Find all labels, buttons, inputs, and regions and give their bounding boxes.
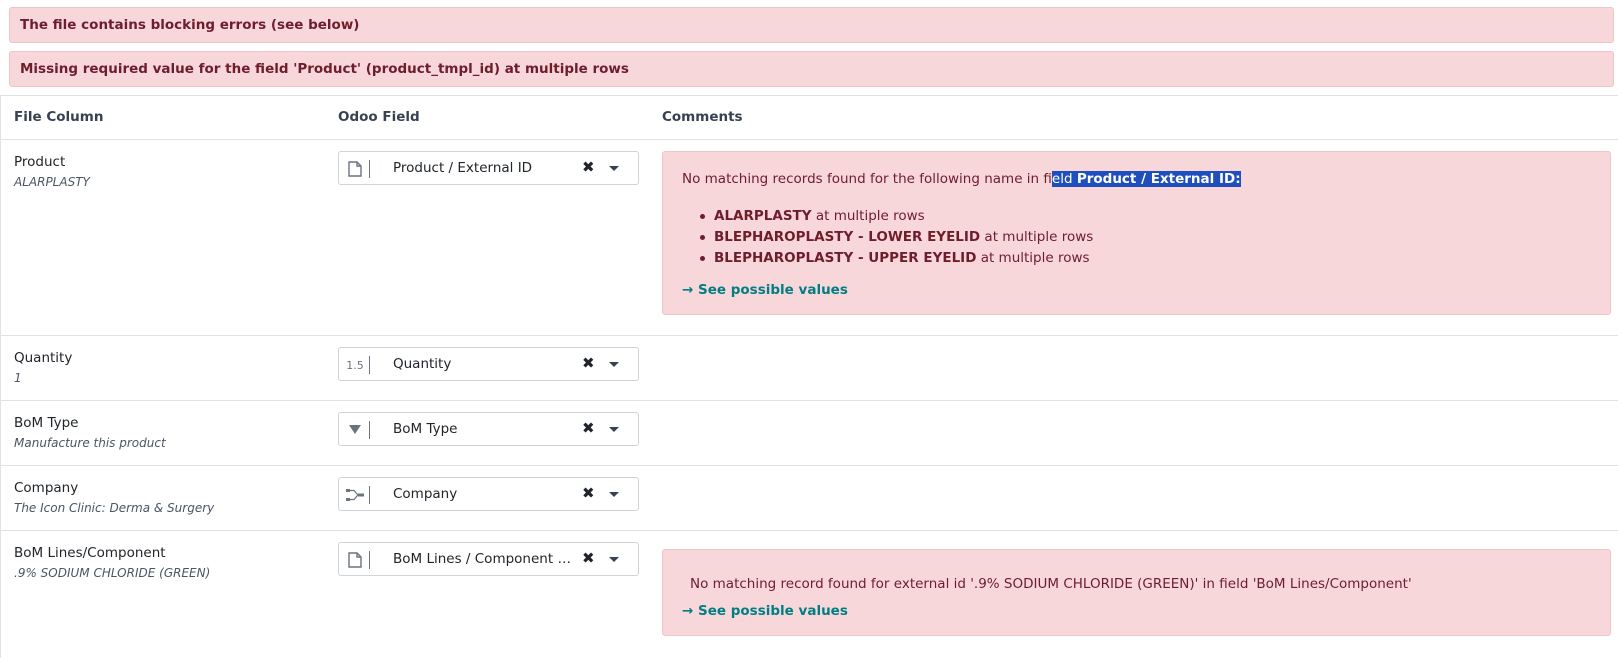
chevron-down-icon[interactable]: [609, 492, 619, 497]
item-name: ALARPLASTY: [714, 208, 812, 224]
selection-icon: [346, 421, 364, 439]
missing-value-alert: Missing required value for the field 'Pr…: [9, 51, 1614, 87]
separator: [369, 486, 370, 504]
clear-icon[interactable]: ✖: [582, 419, 595, 437]
item-suffix: at multiple rows: [811, 208, 925, 224]
header-comments: Comments: [662, 109, 743, 125]
item-suffix: at multiple rows: [976, 250, 1090, 266]
table-row-bom-type: BoM Type Manufacture this product BoM Ty…: [1, 401, 1618, 464]
item-name: BLEPHAROPLASTY - LOWER EYELID: [714, 229, 981, 245]
column-sample: .9% SODIUM CHLORIDE (GREEN): [14, 566, 211, 580]
column-sample: Manufacture this product: [14, 436, 166, 450]
list-item: BLEPHAROPLASTY - LOWER EYELID at multipl…: [699, 227, 1094, 248]
import-mapping-table: File Column Odoo Field Comments Product …: [0, 95, 1618, 658]
blocking-errors-alert: The file contains blocking errors (see b…: [9, 7, 1614, 43]
selected-field-name: Product / External ID:: [1076, 171, 1241, 187]
component-error-comment: No matching record found for external id…: [662, 549, 1611, 636]
column-name: Quantity: [14, 350, 73, 366]
missing-value-text: Missing required value for the field 'Pr…: [20, 61, 629, 77]
file-icon: [346, 551, 364, 569]
table-row-bom-lines-component: BoM Lines/Component .9% SODIUM CHLORIDE …: [1, 531, 1618, 658]
odoo-field-select[interactable]: BoM Lines / Component / External ID ✖: [338, 542, 639, 576]
see-possible-values-link[interactable]: → See possible values: [682, 603, 848, 619]
field-value: Quantity: [393, 356, 452, 372]
field-value: Product / External ID: [393, 160, 533, 176]
float-icon: 1.5: [346, 358, 364, 372]
column-sample: ALARPLASTY: [14, 175, 90, 189]
field-value: BoM Lines / Component / External ID: [393, 551, 573, 567]
product-error-message: No matching records found for the follow…: [682, 171, 1241, 187]
column-sample: 1: [14, 371, 22, 385]
chevron-down-icon[interactable]: [609, 557, 619, 562]
column-name: Company: [14, 480, 79, 496]
divider: [1, 95, 1618, 96]
odoo-field-select[interactable]: BoM Type ✖: [338, 412, 639, 446]
selected-plain: eld: [1051, 171, 1077, 187]
file-icon: [346, 160, 364, 178]
item-suffix: at multiple rows: [980, 229, 1094, 245]
odoo-field-select[interactable]: 1.5 Quantity ✖: [338, 347, 639, 381]
field-value: Company: [393, 486, 458, 502]
clear-icon[interactable]: ✖: [582, 549, 595, 567]
unmatched-names-list: ALARPLASTY at multiple rows BLEPHAROPLAS…: [699, 206, 1094, 269]
list-item: BLEPHAROPLASTY - UPPER EYELID at multipl…: [699, 248, 1093, 269]
clear-icon[interactable]: ✖: [582, 484, 595, 502]
see-possible-values-link[interactable]: → See possible values: [682, 282, 848, 298]
chevron-down-icon[interactable]: [609, 362, 619, 367]
blocking-errors-text: The file contains blocking errors (see b…: [20, 17, 360, 33]
column-sample: The Icon Clinic: Derma & Surgery: [14, 501, 215, 515]
clear-icon[interactable]: ✖: [582, 354, 595, 372]
separator: [369, 356, 370, 374]
table-row-product: Product ALARPLASTY Product / External ID…: [1, 140, 1618, 334]
component-error-message: No matching record found for external id…: [690, 576, 1412, 592]
odoo-field-select[interactable]: Company ✖: [338, 477, 639, 511]
field-value: BoM Type: [393, 421, 458, 437]
selected-text: eld Product / External ID:: [1051, 171, 1241, 187]
many2one-icon: [346, 486, 364, 504]
clear-icon[interactable]: ✖: [582, 158, 595, 176]
table-row-quantity: Quantity 1 1.5 Quantity ✖: [1, 336, 1618, 399]
column-name: BoM Type: [14, 415, 79, 431]
separator: [369, 160, 370, 178]
product-error-comment: No matching records found for the follow…: [662, 151, 1611, 315]
header-file-column: File Column: [14, 109, 104, 125]
message-prefix: No matching records found for the follow…: [682, 171, 1052, 187]
chevron-down-icon[interactable]: [609, 427, 619, 432]
odoo-field-select[interactable]: Product / External ID ✖: [338, 151, 639, 185]
item-name: BLEPHAROPLASTY - UPPER EYELID: [714, 250, 977, 266]
header-odoo-field: Odoo Field: [338, 109, 420, 125]
list-item: ALARPLASTY at multiple rows: [699, 206, 1093, 227]
column-name: Product: [14, 154, 66, 170]
table-row-company: Company The Icon Clinic: Derma & Surgery…: [1, 466, 1618, 529]
chevron-down-icon[interactable]: [609, 166, 619, 171]
separator: [369, 421, 370, 439]
separator: [369, 551, 370, 569]
column-name: BoM Lines/Component: [14, 545, 166, 561]
